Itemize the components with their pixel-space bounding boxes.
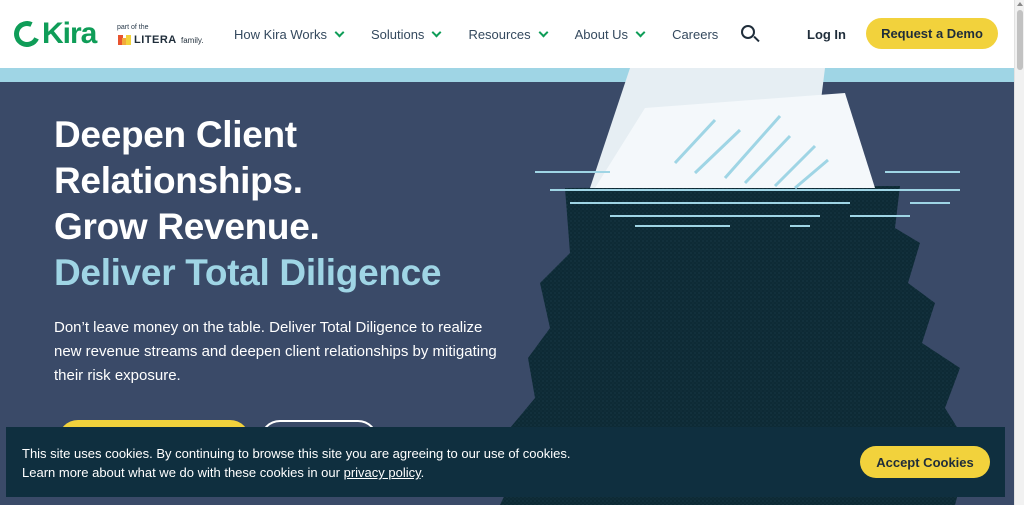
nav-about-us[interactable]: About Us [574, 24, 646, 44]
nav-label: Careers [672, 26, 719, 42]
nav-resources[interactable]: Resources [468, 24, 549, 44]
chevron-down-icon [635, 27, 646, 37]
hero-title-line-2: Relationships. [54, 160, 303, 201]
parent-suffix: family. [181, 36, 204, 45]
nav-label: How Kira Works [234, 26, 327, 42]
search-icon-handle [753, 35, 760, 43]
nav-label: Resources [468, 26, 531, 42]
kira-logo-mark-icon [10, 17, 44, 51]
site-header: Kira part of the LITERA family. How Kira… [0, 0, 1014, 68]
cookie-message: This site uses cookies. By continuing to… [22, 444, 622, 482]
cookie-banner: This site uses cookies. By continuing to… [6, 427, 1005, 497]
hero-title-accent: Deliver Total Diligence [54, 252, 442, 293]
logo-wordmark: Kira [42, 17, 97, 50]
nav-label: About Us [574, 26, 629, 42]
parent-prefix: part of the [117, 24, 149, 31]
page: Kira part of the LITERA family. How Kira… [0, 0, 1024, 505]
cookie-text-1: This site uses cookies. By continuing to… [22, 446, 571, 461]
accept-cookies-button[interactable]: Accept Cookies [860, 446, 990, 478]
scroll-up-arrow-icon[interactable] [1017, 2, 1023, 6]
hero-description: Don’t leave money on the table. Deliver … [54, 319, 497, 384]
hero-title-line-3: Grow Revenue. [54, 206, 320, 247]
parent-brand: LITERA [134, 34, 177, 46]
login-link[interactable]: Log In [807, 27, 846, 42]
search-icon[interactable] [741, 25, 760, 43]
request-demo-button[interactable]: Request a Demo [866, 18, 998, 49]
nav-label: Solutions [370, 26, 425, 42]
nav-how-kira-works[interactable]: How Kira Works [234, 24, 345, 44]
chevron-down-icon [431, 27, 442, 37]
main-nav: How Kira Works Solutions Resources About… [234, 24, 746, 44]
hero-title: Deepen Client Relationships. Grow Revenu… [54, 112, 524, 296]
nav-solutions[interactable]: Solutions [370, 24, 442, 44]
chevron-down-icon [538, 27, 549, 37]
chevron-down-icon [334, 27, 345, 37]
privacy-policy-link[interactable]: privacy policy [344, 465, 421, 480]
scroll-thumb[interactable] [1017, 10, 1023, 70]
kira-logo[interactable]: Kira [10, 17, 97, 51]
cookie-text-2: Learn more about what we do with these c… [22, 465, 340, 480]
litera-logo-icon [118, 35, 132, 45]
hero-title-line-1: Deepen Client [54, 114, 297, 155]
cookie-text-end: . [420, 465, 425, 480]
litera-family-badge: part of the LITERA family. [104, 22, 214, 50]
nav-careers[interactable]: Careers [672, 24, 718, 44]
page-scrollbar[interactable] [1014, 0, 1024, 505]
